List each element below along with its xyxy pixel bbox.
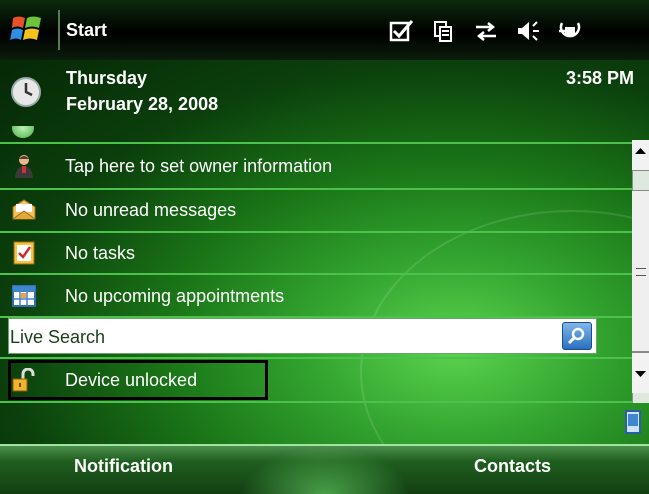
partially-hidden-item-icon (12, 126, 34, 138)
status-icons (388, 18, 584, 44)
contacts-softkey[interactable]: Contacts (474, 456, 551, 477)
today-screen: Start Thursday February 28, 2008 3:58 PM (0, 0, 649, 494)
clipped-item[interactable] (0, 126, 632, 142)
clock-icon[interactable] (10, 76, 42, 108)
battery-copy-icon[interactable] (430, 18, 458, 44)
envelope-icon (12, 199, 36, 220)
search-magnifier-icon (567, 327, 585, 345)
tasks-clipboard-icon (13, 241, 35, 265)
owner-person-icon (15, 155, 33, 178)
notification-softkey[interactable]: Notification (74, 456, 173, 477)
messages-item[interactable]: No unread messages (0, 190, 632, 230)
input-panel-icon[interactable] (624, 410, 642, 434)
scroll-down-button[interactable] (632, 352, 649, 393)
owner-info-label: Tap here to set owner information (65, 156, 333, 176)
scroll-down-arrow-icon (635, 371, 646, 377)
row-divider (0, 401, 632, 403)
today-time[interactable]: 3:58 PM (566, 68, 634, 89)
row-divider (0, 357, 632, 359)
today-day[interactable]: Thursday (66, 68, 147, 89)
scroll-up-arrow-icon (635, 148, 646, 154)
power-plug-icon[interactable] (556, 18, 584, 44)
today-date[interactable]: February 28, 2008 (66, 94, 218, 115)
tasks-item[interactable]: No tasks (0, 233, 632, 273)
windows-flag-icon[interactable] (10, 12, 44, 46)
owner-info-item[interactable]: Tap here to set owner information (0, 146, 632, 186)
scroll-up-button[interactable] (632, 140, 649, 171)
data-transfer-icon[interactable] (472, 18, 500, 44)
highlight-frame (8, 360, 268, 400)
row-divider (0, 273, 632, 275)
tasks-label: No tasks (65, 243, 136, 263)
start-separator (58, 10, 60, 50)
connectivity-check-icon[interactable] (388, 18, 416, 44)
start-menu-label[interactable]: Start (66, 20, 107, 41)
scroll-grip-icon (636, 268, 646, 276)
appointments-item[interactable]: No upcoming appointments (0, 276, 632, 316)
messages-label: No unread messages (65, 200, 237, 220)
appointments-label: No upcoming appointments (65, 286, 285, 306)
volume-icon[interactable] (514, 18, 542, 44)
row-divider (0, 142, 632, 144)
live-search-label[interactable]: Live Search (10, 327, 105, 348)
search-button[interactable] (562, 322, 592, 350)
calendar-icon (12, 285, 36, 307)
